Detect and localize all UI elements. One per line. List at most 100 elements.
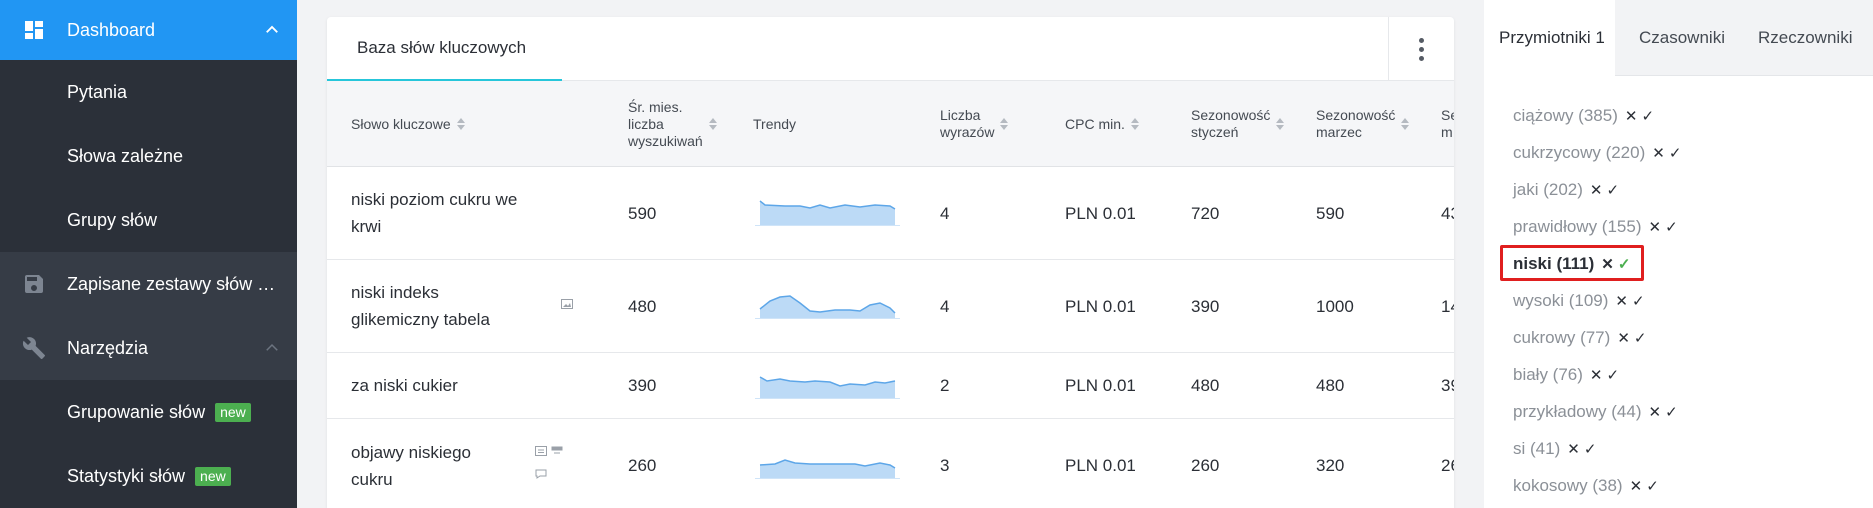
comment-icon[interactable] [535, 469, 547, 479]
exclude-icon[interactable]: ✕ [1590, 181, 1603, 199]
list-item: prawidłowy (155) ✕ ✓ [1513, 216, 1678, 236]
sort-icon [1401, 118, 1410, 130]
tab-baza-slow-kluczowych[interactable]: Baza słów kluczowych [327, 17, 562, 81]
column-header-trends: Trendy [753, 115, 797, 132]
column-header-season-next[interactable]: Sem [1441, 81, 1454, 167]
word-filter-panel: Przymiotniki 1 Czasowniki Rzeczowniki ci… [1484, 0, 1873, 508]
word-count-cell: 4 [940, 296, 950, 316]
sort-icon [1130, 118, 1139, 130]
list-item: ciążowy (385) ✕ ✓ [1513, 105, 1655, 125]
more-options-button[interactable] [1388, 17, 1454, 81]
list-item: jaki (202) ✕ ✓ [1513, 179, 1620, 199]
tab-przymiotniki[interactable]: Przymiotniki 1 [1484, 0, 1615, 76]
column-header-season-mar[interactable]: Sezonowość marzec [1316, 81, 1410, 167]
exclude-icon[interactable]: ✕ [1649, 403, 1662, 421]
include-icon[interactable]: ✓ [1646, 477, 1659, 495]
dashboard-icon [25, 21, 43, 39]
card-tab-bar: Baza słów kluczowych [327, 17, 1454, 81]
new-badge: new [195, 466, 231, 486]
exclude-icon[interactable]: ✕ [1625, 107, 1638, 125]
tab-rzeczowniki[interactable]: Rzeczowniki [1758, 0, 1852, 76]
sidebar: Dashboard Pytania Słowa zależne Grupy sł… [0, 0, 297, 508]
include-icon[interactable]: ✓ [1632, 292, 1645, 310]
season-next-cell: 43 [1441, 203, 1454, 223]
sidebar-item-label: Dashboard [67, 19, 156, 40]
cpc-cell: PLN 0.01 [1065, 456, 1136, 475]
exclude-icon[interactable]: ✕ [1567, 440, 1580, 458]
sidebar-item-pytania[interactable]: Pytania [0, 60, 297, 124]
tab-czasowniki[interactable]: Czasowniki [1639, 0, 1725, 76]
image-icon[interactable] [561, 299, 573, 309]
word-count-cell: 3 [940, 456, 950, 475]
table-row[interactable]: niski indeks glikemiczny tabela 480 4 PLN… [327, 260, 1454, 353]
column-header-season-jan[interactable]: Sezonowość styczeń [1191, 81, 1285, 167]
ad-icon[interactable] [535, 446, 547, 456]
word-list: ciążowy (385) ✕ ✓ cukrzycowy (220) ✕ ✓ jaki … [1500, 97, 1682, 504]
sort-icon [708, 118, 717, 130]
trend-sparkline [755, 375, 900, 399]
sidebar-item-grupowanie-slow[interactable]: Grupowanie słów new [0, 380, 297, 444]
include-icon[interactable]: ✓ [1665, 218, 1678, 236]
sidebar-item-dashboard[interactable]: Dashboard [0, 0, 297, 60]
season-jan-cell: 260 [1191, 456, 1220, 475]
shopping-icon[interactable] [551, 446, 563, 456]
column-header-avg-searches[interactable]: Śr. mies. liczba wyszukiwań [628, 81, 717, 167]
include-icon[interactable]: ✓ [1669, 144, 1682, 162]
sidebar-item-label: Zapisane zestawy słów kl... [67, 273, 282, 294]
list-item: cukrzycowy (220) ✕ ✓ [1513, 142, 1682, 162]
exclude-icon[interactable]: ✕ [1615, 292, 1628, 310]
include-icon[interactable]: ✓ [1634, 329, 1647, 347]
include-icon[interactable]: ✓ [1665, 403, 1678, 421]
avg-searches-cell: 260 [628, 456, 657, 475]
sidebar-item-narzedzia[interactable]: Narzędzia [0, 316, 297, 380]
include-icon[interactable]: ✓ [1584, 440, 1597, 458]
keyword-cell: niski poziom cukru we krwi [351, 190, 518, 236]
exclude-icon[interactable]: ✕ [1617, 329, 1630, 347]
exclude-icon[interactable]: ✕ [1649, 218, 1662, 236]
chevron-up-icon[interactable] [263, 339, 281, 357]
cpc-cell: PLN 0.01 [1065, 376, 1136, 395]
table-header: Słowo kluczowe Śr. mies. liczba wyszukiwań… [327, 81, 1454, 167]
include-icon[interactable]: ✓ [1607, 181, 1620, 199]
sidebar-item-grupy-slow[interactable]: Grupy słów [0, 188, 297, 252]
save-icon [25, 275, 43, 293]
list-item: kokosowy (38) ✕ ✓ [1513, 475, 1659, 495]
trend-sparkline [755, 295, 900, 319]
sidebar-item-zapisane-zestawy[interactable]: Zapisane zestawy słów kl... [0, 252, 297, 316]
season-jan-cell: 720 [1191, 203, 1220, 223]
kebab-menu-icon [1419, 36, 1424, 63]
chevron-up-icon[interactable] [263, 21, 281, 39]
season-mar-cell: 1000 [1316, 296, 1354, 316]
table-row[interactable]: objawy niskiego cukru 260 3 PLN 0.01 260 … [327, 419, 1454, 508]
new-badge: new [215, 402, 251, 422]
sidebar-item-statystyki-slow[interactable]: Statystyki słów new [0, 444, 297, 508]
exclude-icon[interactable]: ✕ [1630, 477, 1643, 495]
season-mar-cell: 480 [1316, 376, 1345, 395]
sort-icon [1000, 118, 1009, 130]
column-header-keyword[interactable]: Słowo kluczowe [351, 81, 465, 167]
word-count-cell: 2 [940, 376, 950, 395]
wrench-icon [22, 337, 45, 359]
keyword-cell: za niski cukier [351, 376, 458, 395]
season-next-cell: 39 [1441, 376, 1454, 395]
keyword-table-card: Baza słów kluczowych Słowo kluczowe Śr. … [327, 17, 1454, 508]
word-count-cell: 4 [940, 203, 950, 223]
list-item: przykładowy (44) ✕ ✓ [1513, 401, 1678, 421]
sidebar-item-label: Narzędzia [67, 337, 149, 358]
exclude-icon[interactable]: ✕ [1590, 366, 1603, 384]
season-jan-cell: 480 [1191, 376, 1220, 395]
cpc-cell: PLN 0.01 [1065, 296, 1136, 316]
include-icon[interactable]: ✓ [1641, 107, 1654, 125]
exclude-icon[interactable]: ✕ [1652, 144, 1665, 162]
include-icon[interactable]: ✓ [1607, 366, 1620, 384]
sidebar-item-slowa-zalezne[interactable]: Słowa zależne [0, 124, 297, 188]
table-row[interactable]: za niski cukier 390 2 PLN 0.01 480 480 3… [327, 353, 1454, 419]
avg-searches-cell: 480 [628, 296, 657, 316]
avg-searches-cell: 390 [628, 376, 657, 395]
cpc-cell: PLN 0.01 [1065, 203, 1136, 223]
column-header-word-count[interactable]: Liczba wyrazów [940, 81, 1009, 167]
column-header-cpc[interactable]: CPC min. [1065, 81, 1139, 167]
list-item: wysoki (109) ✕ ✓ [1513, 290, 1645, 310]
season-next-cell: 26 [1441, 456, 1454, 475]
table-row[interactable]: niski poziom cukru we krwi 590 4 PLN 0.01… [327, 167, 1454, 260]
